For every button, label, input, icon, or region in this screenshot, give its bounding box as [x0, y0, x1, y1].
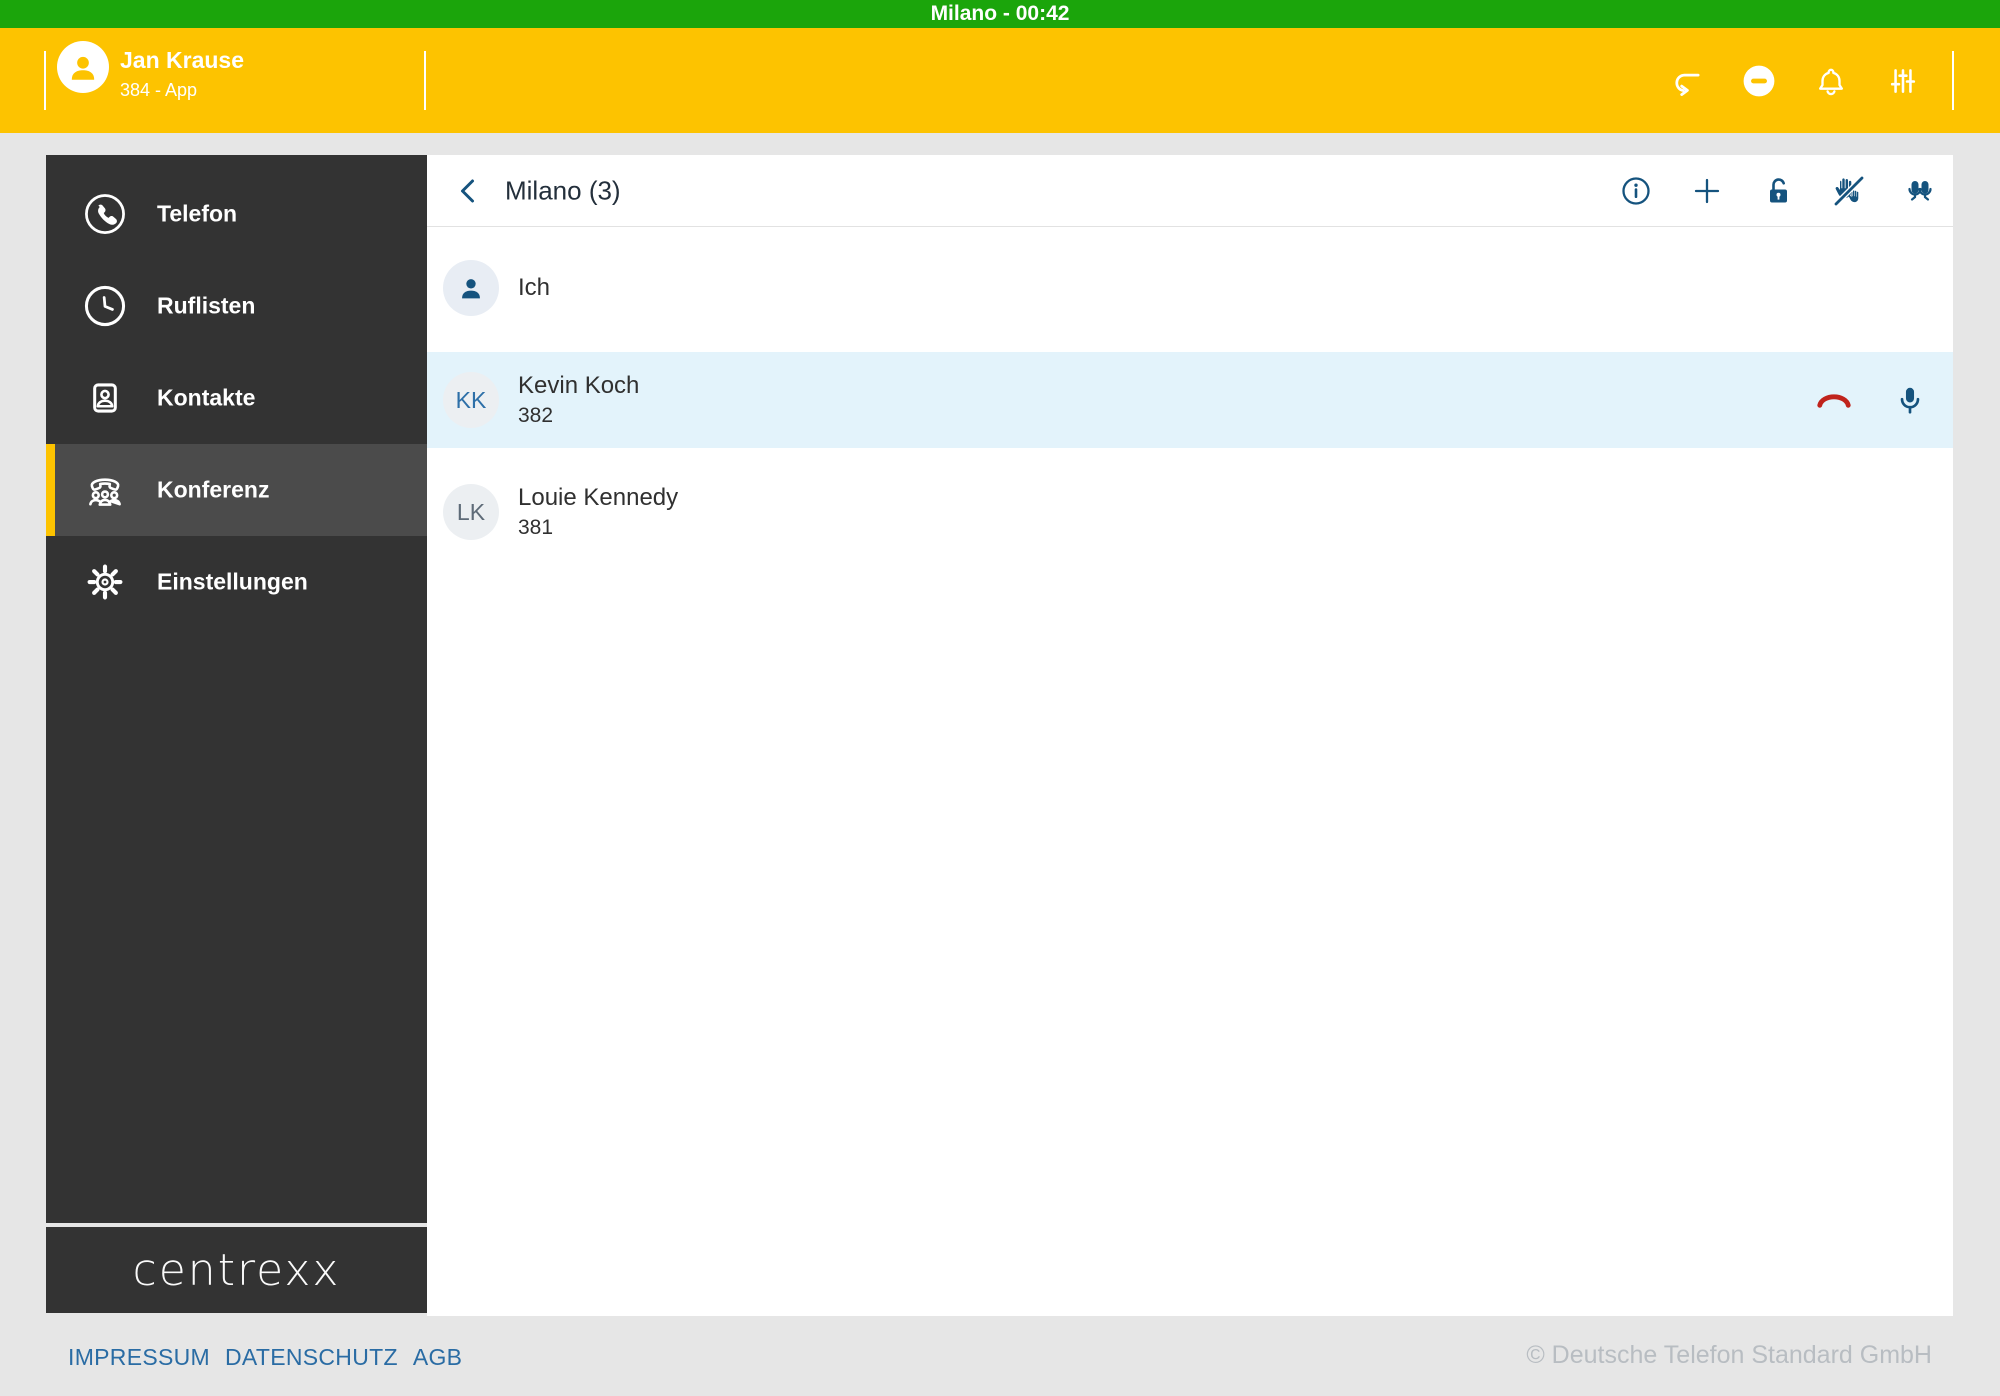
copyright-text: © Deutsche Telefon Standard GmbH — [1526, 1341, 1932, 1369]
participant-name: Ich — [518, 274, 551, 301]
sidebar-item-label: Kontakte — [157, 384, 256, 411]
conference-title: Milano (3) — [505, 175, 621, 205]
participant-row-ich[interactable]: Ich — [427, 240, 1953, 336]
participant-number: 382 — [518, 404, 554, 427]
participant-number: 381 — [518, 516, 554, 539]
participant-actions — [1815, 352, 1929, 448]
participant-row-louie-kennedy[interactable]: LK Louie Kennedy 381 — [427, 464, 1953, 560]
unlock-icon[interactable] — [1762, 175, 1794, 207]
conference-panel: Milano (3) Ich KK Kevin Koch 382 LK Loui… — [427, 155, 1953, 1316]
participant-info: Kevin Koch 382 — [518, 372, 639, 428]
centrexx-app: Milano - 00:42 Jan Krause 384 - App Tele… — [0, 0, 2000, 1396]
footer-link-agb[interactable]: AGB — [413, 1344, 462, 1371]
centrexx-logo: centrexx — [132, 1244, 341, 1296]
person-icon — [462, 279, 480, 299]
top-header-bar: Jan Krause 384 - App — [0, 28, 2000, 133]
person-icon — [71, 56, 95, 80]
conference-header: Milano (3) — [427, 155, 1953, 227]
add-participant-icon[interactable] — [1691, 175, 1723, 207]
avatar: LK — [443, 484, 499, 540]
conference-icon — [83, 468, 127, 512]
participant-name: Louie Kennedy — [518, 484, 679, 511]
user-name: Jan Krause — [120, 47, 245, 73]
notifications-bell-icon[interactable] — [1813, 63, 1849, 99]
phone-icon — [83, 192, 127, 236]
sidebar-nav: Telefon Ruflisten Kontakte Konferenz Ein… — [46, 155, 427, 1223]
avatar — [443, 260, 499, 316]
sidebar-item-einstellungen[interactable]: Einstellungen — [46, 536, 427, 628]
sidebar-item-ruflisten[interactable]: Ruflisten — [46, 260, 427, 352]
user-extension: 384 - App — [120, 80, 198, 100]
settings-gear-icon — [83, 560, 127, 604]
conference-toolbar — [1620, 155, 1936, 227]
contacts-icon — [83, 376, 127, 420]
avatar-initials: LK — [456, 498, 486, 525]
sidebar-item-label: Telefon — [157, 200, 238, 227]
sidebar-item-label: Ruflisten — [157, 292, 256, 319]
participant-list: Ich KK Kevin Koch 382 LK Louie Kennedy 3… — [427, 227, 1953, 560]
footer-link-impressum[interactable]: IMPRESSUM — [68, 1344, 210, 1371]
sidebar-item-label: Konferenz — [157, 476, 270, 503]
participant-row-kevin-koch[interactable]: KK Kevin Koch 382 — [427, 352, 1953, 448]
footer-link-datenschutz[interactable]: DATENSCHUTZ — [225, 1344, 398, 1371]
participant-name: Kevin Koch — [518, 372, 640, 399]
avatar: KK — [443, 372, 499, 428]
microphone-icon[interactable] — [1891, 381, 1929, 419]
call-history-clock-icon — [83, 284, 127, 328]
call-status-text: Milano - 00:42 — [930, 2, 1070, 25]
back-button[interactable] — [453, 175, 485, 207]
participant-info: Louie Kennedy 381 — [518, 484, 678, 540]
lower-hands-icon[interactable] — [1833, 175, 1865, 207]
hangup-icon[interactable] — [1815, 381, 1853, 419]
brand-logo-block: centrexx — [46, 1227, 427, 1313]
sidebar-item-kontakte[interactable]: Kontakte — [46, 352, 427, 444]
audio-tune-icon[interactable] — [1885, 63, 1921, 99]
mute-all-icon[interactable] — [1904, 175, 1936, 207]
header-divider — [1952, 51, 1954, 110]
footer-links: IMPRESSUM DATENSCHUTZ AGB — [68, 1344, 462, 1371]
avatar-initials: KK — [455, 386, 487, 413]
user-avatar[interactable] — [57, 41, 109, 93]
call-status-bar[interactable]: Milano - 00:42 — [0, 0, 2000, 28]
sidebar-item-konferenz[interactable]: Konferenz — [46, 444, 427, 536]
user-info: Jan Krause 384 - App — [120, 47, 244, 101]
sidebar-item-label: Einstellungen — [157, 568, 308, 595]
do-not-disturb-icon[interactable] — [1741, 63, 1777, 99]
sidebar-item-telefon[interactable]: Telefon — [46, 168, 427, 260]
header-divider — [44, 51, 46, 110]
call-forward-icon[interactable] — [1669, 63, 1705, 99]
header-actions — [1669, 28, 1921, 133]
header-divider — [424, 51, 426, 110]
info-icon[interactable] — [1620, 175, 1652, 207]
participant-info: Ich — [518, 274, 550, 302]
